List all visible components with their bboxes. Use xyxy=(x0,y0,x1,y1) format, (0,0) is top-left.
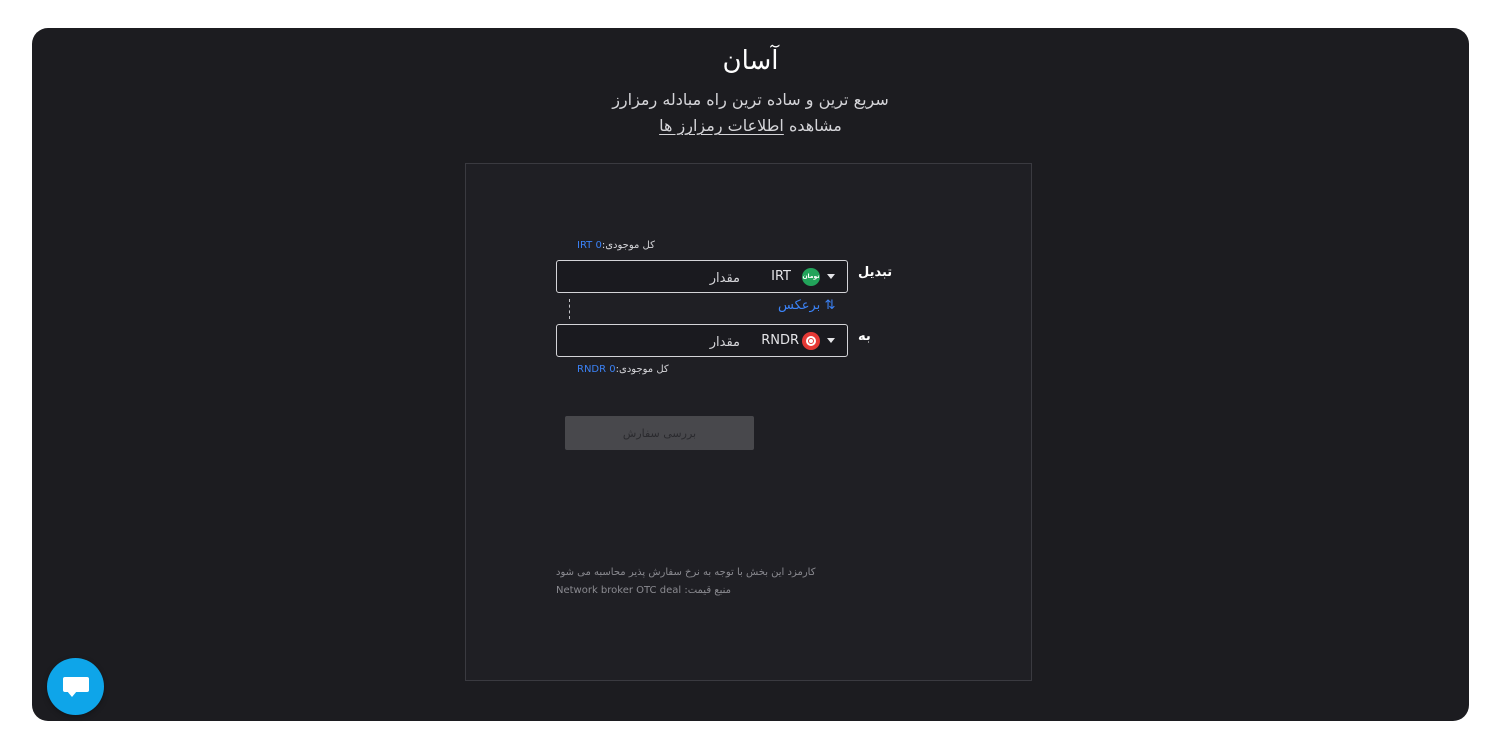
info-prefix: مشاهده xyxy=(788,116,842,135)
to-field-label: به xyxy=(858,329,871,344)
swap-arrows-icon: ⇅ xyxy=(824,298,836,313)
price-source-note: منبع قیمت: Network broker OTC deal xyxy=(556,585,731,596)
from-currency-code[interactable]: IRT xyxy=(771,269,791,284)
chat-button[interactable] xyxy=(47,658,104,715)
chat-bubble-tail xyxy=(67,691,77,697)
from-amount-input[interactable] xyxy=(568,267,742,289)
page-title: آسان xyxy=(722,46,779,76)
to-amount-input[interactable] xyxy=(568,331,742,353)
to-currency-dropdown-icon[interactable] xyxy=(827,338,835,343)
to-balance-value[interactable]: 0 RNDR xyxy=(577,364,616,375)
fee-note: کارمزد این بخش با توجه به نرخ سفارش پذیر… xyxy=(556,567,816,578)
toman-icon: تومان xyxy=(802,268,820,286)
from-balance-value[interactable]: 0 IRT xyxy=(577,240,602,251)
from-balance-label: کل موجودی: xyxy=(601,240,655,251)
from-amount-field[interactable]: تومان IRT xyxy=(556,260,848,293)
review-order-button[interactable]: بررسی سفارش xyxy=(565,416,754,450)
swap-divider xyxy=(569,299,570,319)
exchange-frame: آسان سریع ترین و ساده ترین راه مبادله رم… xyxy=(32,28,1469,721)
price-source-value: Network broker OTC deal xyxy=(556,585,682,596)
page-subtitle: سریع ترین و ساده ترین راه مبادله رمزارز xyxy=(612,90,889,109)
to-balance-label: کل موجودی: xyxy=(615,364,669,375)
to-balance: کل موجودی:0 RNDR xyxy=(577,364,669,375)
rndr-icon xyxy=(802,332,820,350)
to-amount-field[interactable]: RNDR xyxy=(556,324,848,357)
swap-label: برعکس xyxy=(778,298,821,313)
from-balance: کل موجودی:0 IRT xyxy=(577,240,655,251)
from-field-label: تبدیل xyxy=(858,265,893,280)
swap-button[interactable]: ⇅ برعکس xyxy=(778,298,835,313)
price-source-label: منبع قیمت: xyxy=(684,585,731,596)
from-currency-dropdown-icon[interactable] xyxy=(827,274,835,279)
info-line: مشاهده اطلاعات رمزارز ها xyxy=(32,116,1469,135)
crypto-info-link[interactable]: اطلاعات رمزارز ها xyxy=(659,116,784,135)
chat-bubble-icon xyxy=(63,677,89,692)
exchange-panel: کل موجودی:0 IRT تبدیل تومان IRT ⇅ برعکس … xyxy=(465,163,1032,681)
to-currency-code[interactable]: RNDR xyxy=(761,333,799,348)
